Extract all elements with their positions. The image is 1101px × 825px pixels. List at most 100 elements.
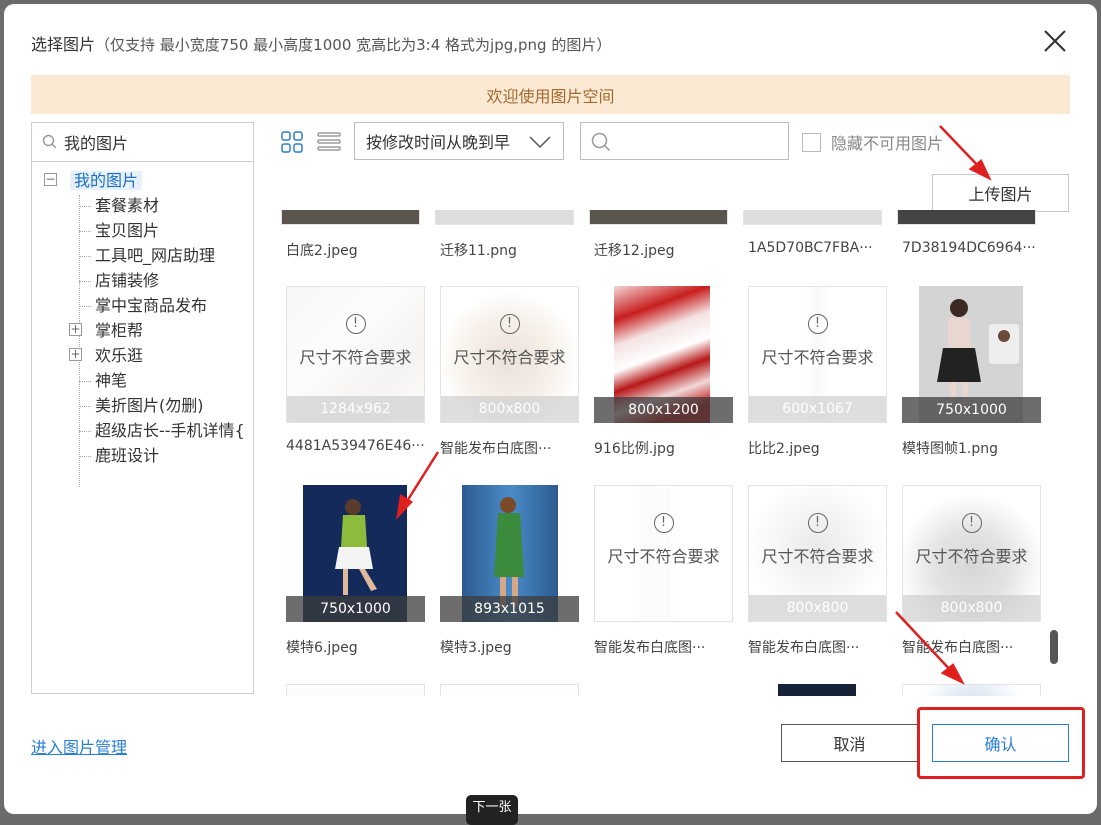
tree-dash	[79, 206, 91, 207]
hide-unavailable-label: 隐藏不可用图片	[831, 134, 944, 153]
tree-node-label: 超级店长--手机详情{	[95, 421, 245, 440]
image-dimensions: 893x1015	[440, 596, 579, 622]
warning-icon: !	[807, 513, 828, 533]
thumb-image	[441, 685, 578, 696]
folder-search[interactable]: 我的图片	[32, 123, 253, 162]
image-manage-link[interactable]: 进入图片管理	[31, 734, 127, 758]
image-dimensions: 800x800	[903, 595, 1040, 621]
chevron-down-icon	[529, 136, 551, 149]
close-icon[interactable]	[1040, 26, 1070, 56]
image-filename: 智能发布白底图···	[440, 441, 552, 457]
tree-node-label: 我的图片	[70, 171, 143, 190]
expand-icon[interactable]: +	[69, 348, 82, 361]
image-thumb[interactable]: 750x1000	[286, 485, 425, 622]
image-filename: 智能发布白底图···	[594, 640, 706, 656]
image-thumb[interactable]: ! 尺寸不符合要求 800x800	[440, 286, 579, 423]
thumb-image	[436, 210, 573, 224]
image-thumb[interactable]	[286, 684, 425, 696]
image-thumb[interactable]	[589, 210, 728, 225]
image-filename: 比比2.jpeg	[748, 441, 820, 457]
tree-node-label: 欢乐逛	[95, 346, 144, 365]
image-filename: 智能发布白底图···	[902, 640, 1014, 656]
expand-icon[interactable]: +	[69, 323, 82, 336]
image-thumb[interactable]: ! 尺寸不符合要求	[594, 485, 733, 622]
image-thumb[interactable]	[281, 210, 420, 225]
tree-node[interactable]: 店铺装修	[32, 268, 253, 293]
image-search-input[interactable]	[580, 122, 789, 160]
tree-dash	[79, 431, 91, 432]
image-filename: 1A5D70BC7FBA···	[748, 240, 873, 256]
tree-node[interactable]: 美折图片(勿删)	[32, 393, 253, 418]
tree-node-label: 宝贝图片	[95, 221, 160, 240]
dialog-title-hint: （仅支持 最小宽度750 最小高度1000 宽高比为3:4 格式为jpg,png…	[95, 36, 612, 54]
image-thumb[interactable]	[902, 684, 1041, 696]
thumb-image	[282, 210, 419, 224]
image-thumb[interactable]: 893x1015	[440, 485, 579, 622]
thumb-image	[590, 210, 727, 224]
warning-icon: !	[807, 314, 828, 334]
thumb-image	[287, 685, 424, 696]
tree-node[interactable]: 宝贝图片	[32, 218, 253, 243]
tree-dash	[79, 456, 91, 457]
image-thumb[interactable]: ! 尺寸不符合要求 800x800	[902, 485, 1041, 622]
tree-node[interactable]: + 欢乐逛	[32, 343, 253, 368]
image-thumb[interactable]: ! 尺寸不符合要求 800x800	[748, 485, 887, 622]
tree-node-label: 掌柜帮	[95, 321, 144, 340]
tree-node[interactable]: 套餐素材	[32, 193, 253, 218]
tree-node[interactable]: 超级店长--手机详情{	[32, 418, 253, 443]
tree-node-label: 套餐素材	[95, 196, 160, 215]
tree-node[interactable]: 鹿班设计	[32, 443, 253, 468]
size-invalid-label: 尺寸不符合要求	[915, 547, 1028, 566]
image-filename: 7D38194DC6964···	[902, 240, 1036, 256]
thumb-image	[903, 685, 1040, 696]
warning-icon: !	[961, 513, 982, 533]
welcome-banner: 欢迎使用图片空间	[31, 75, 1070, 114]
image-filename: 4481A539476E46···	[286, 438, 425, 454]
image-filename: 模特3.jpeg	[440, 640, 512, 656]
tree-node-label: 店铺装修	[95, 271, 160, 290]
tree-node[interactable]: 神笔	[32, 368, 253, 393]
image-thumb[interactable]: ! 尺寸不符合要求 1284x962	[286, 286, 425, 423]
image-thumb[interactable]	[748, 684, 887, 696]
sort-select[interactable]: 按修改时间从晚到早	[354, 122, 564, 160]
size-invalid-overlay: ! 尺寸不符合要求	[595, 486, 732, 621]
upload-image-button[interactable]: 上传图片	[932, 174, 1069, 212]
warning-icon: !	[345, 314, 366, 334]
size-invalid-label: 尺寸不符合要求	[761, 348, 874, 367]
image-dimensions: 800x800	[749, 595, 886, 621]
upload-image-label: 上传图片	[968, 185, 1033, 204]
tree-node[interactable]: 工具吧_网店助理	[32, 243, 253, 268]
warning-icon: !	[653, 513, 674, 533]
grid-view-icon[interactable]	[281, 131, 303, 153]
collapse-icon[interactable]: −	[44, 173, 57, 186]
image-thumb[interactable]: 750x1000	[902, 286, 1041, 423]
folder-tree-panel: 我的图片 − 我的图片 套餐素材 宝贝图片 工具吧_网店助理 店铺装修 掌中宝商…	[31, 122, 254, 694]
image-thumb[interactable]	[897, 210, 1036, 225]
cancel-label: 取消	[833, 735, 866, 754]
list-view-icon[interactable]	[317, 131, 341, 153]
tree-dash	[79, 381, 91, 382]
image-thumb[interactable]	[435, 210, 574, 225]
tree-dash	[79, 406, 91, 407]
size-invalid-label: 尺寸不符合要求	[761, 547, 874, 566]
image-filename: 模特图帧1.png	[902, 441, 999, 457]
image-picker-dialog: 选择图片（仅支持 最小宽度750 最小高度1000 宽高比为3:4 格式为jpg…	[4, 4, 1097, 814]
image-thumb[interactable]: ! 尺寸不符合要求 600x1067	[748, 286, 887, 423]
cancel-button[interactable]: 取消	[781, 724, 918, 762]
image-thumb[interactable]	[440, 684, 579, 696]
image-thumb[interactable]	[743, 210, 882, 225]
image-thumb[interactable]: 800x1200	[594, 286, 733, 423]
size-invalid-label: 尺寸不符合要求	[453, 348, 566, 367]
image-dimensions: 750x1000	[902, 397, 1041, 423]
hide-unavailable-checkbox[interactable]	[802, 132, 821, 152]
grid-scrollbar[interactable]	[1050, 630, 1058, 664]
image-thumb[interactable]	[594, 684, 733, 696]
tree-dash	[79, 281, 91, 282]
image-filename: 模特6.jpeg	[286, 640, 358, 656]
tree-node-root[interactable]: − 我的图片	[32, 168, 253, 193]
hide-unavailable-toggle[interactable]: 隐藏不可用图片	[802, 130, 943, 154]
tree-node[interactable]: 掌中宝商品发布	[32, 293, 253, 318]
image-dimensions: 800x1200	[594, 397, 733, 423]
tree-node[interactable]: + 掌柜帮	[32, 318, 253, 343]
image-filename: 智能发布白底图···	[748, 640, 860, 656]
